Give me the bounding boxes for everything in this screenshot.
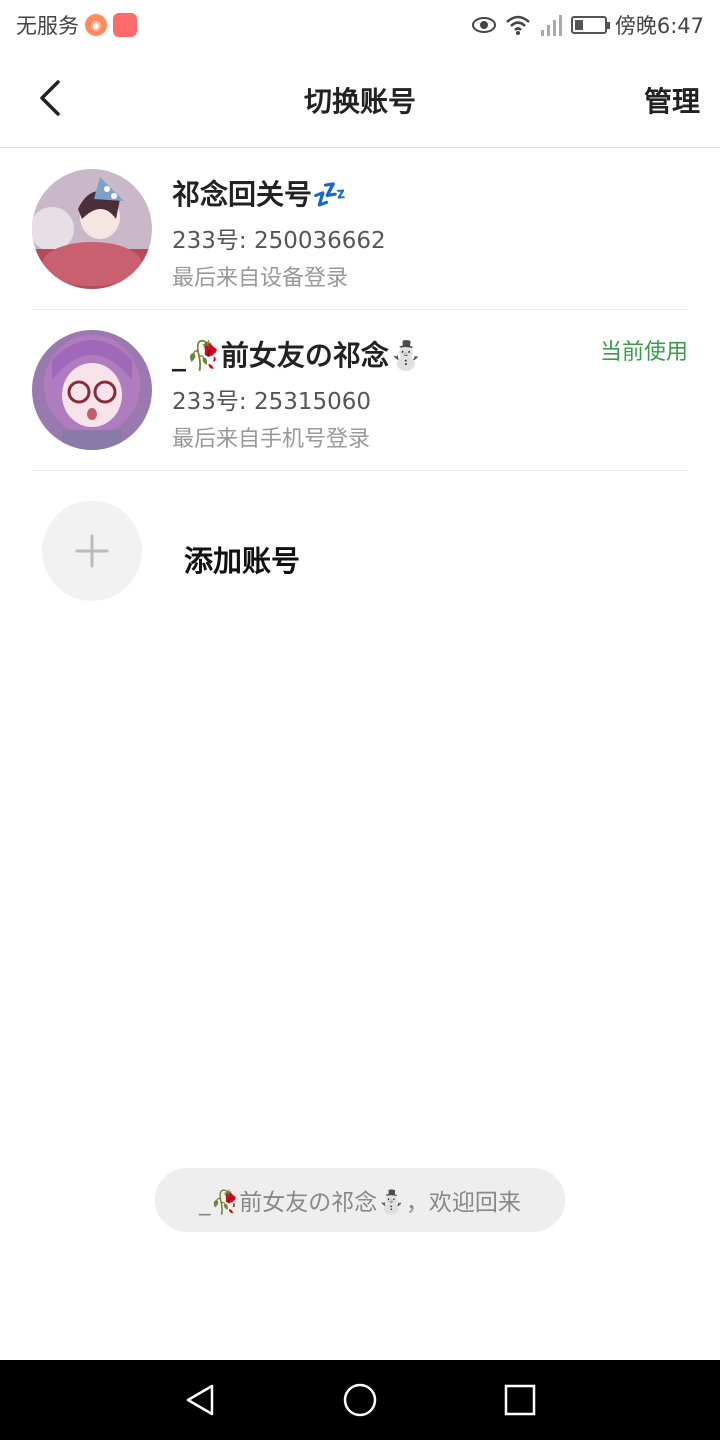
header-bar: 切换账号 管理 [0, 52, 720, 148]
add-account-circle[interactable] [42, 501, 142, 601]
add-account-label: 添加账号 [184, 544, 301, 578]
system-back-button[interactable] [180, 1380, 220, 1420]
avatar-image [32, 330, 152, 450]
toast-text: _🥀前女友の祁念⛄，欢迎回来 [199, 1190, 521, 1216]
home-circle-icon [343, 1383, 377, 1417]
back-triangle-icon [186, 1384, 214, 1416]
status-left: 无服务 ◉ [16, 10, 137, 40]
account-id: 233号: 25315060 [172, 389, 372, 415]
account-name: _🥀前女友の祁念⛄ [172, 339, 424, 372]
account-name: 祁念回关号💤 [172, 178, 347, 211]
recent-square-icon [504, 1384, 536, 1416]
account-item[interactable]: 祁念回关号💤 233号: 250036662 最后来自设备登录 [32, 149, 688, 310]
avatar-image [32, 169, 152, 289]
clock-text: 傍晚6:47 [614, 14, 704, 38]
system-recent-button[interactable] [500, 1380, 540, 1420]
page-title: 切换账号 [303, 85, 416, 118]
battery-icon [570, 16, 610, 34]
battery-fill [574, 20, 583, 30]
avatar [32, 169, 152, 289]
avatar [32, 330, 152, 450]
welcome-toast: _🥀前女友の祁念⛄，欢迎回来 [155, 1168, 565, 1232]
system-home-button[interactable] [340, 1380, 380, 1420]
manage-button[interactable]: 管理 [644, 80, 700, 120]
status-right: 傍晚6:47 [471, 10, 704, 40]
app-badge-icon: ◉ [85, 14, 107, 36]
carrier-text: 无服务 [16, 14, 79, 38]
account-item-current[interactable]: _🥀前女友の祁念⛄ 233号: 25315060 最后来自手机号登录 当前使用 [32, 310, 688, 471]
eye-icon [471, 17, 496, 33]
current-account-badge: 当前使用 [599, 340, 688, 365]
app-icon [113, 13, 137, 37]
account-login-method: 最后来自设备登录 [172, 266, 349, 291]
account-login-method: 最后来自手机号登录 [172, 427, 371, 452]
add-account-button[interactable]: 添加账号 [32, 494, 688, 614]
system-nav-bar [0, 1360, 720, 1440]
account-id: 233号: 250036662 [172, 228, 386, 254]
wifi-icon [505, 15, 530, 35]
plus-icon [75, 534, 109, 568]
signal-icon [540, 15, 562, 36]
status-bar: 无服务 ◉ 傍晚6:47 [0, 0, 720, 52]
